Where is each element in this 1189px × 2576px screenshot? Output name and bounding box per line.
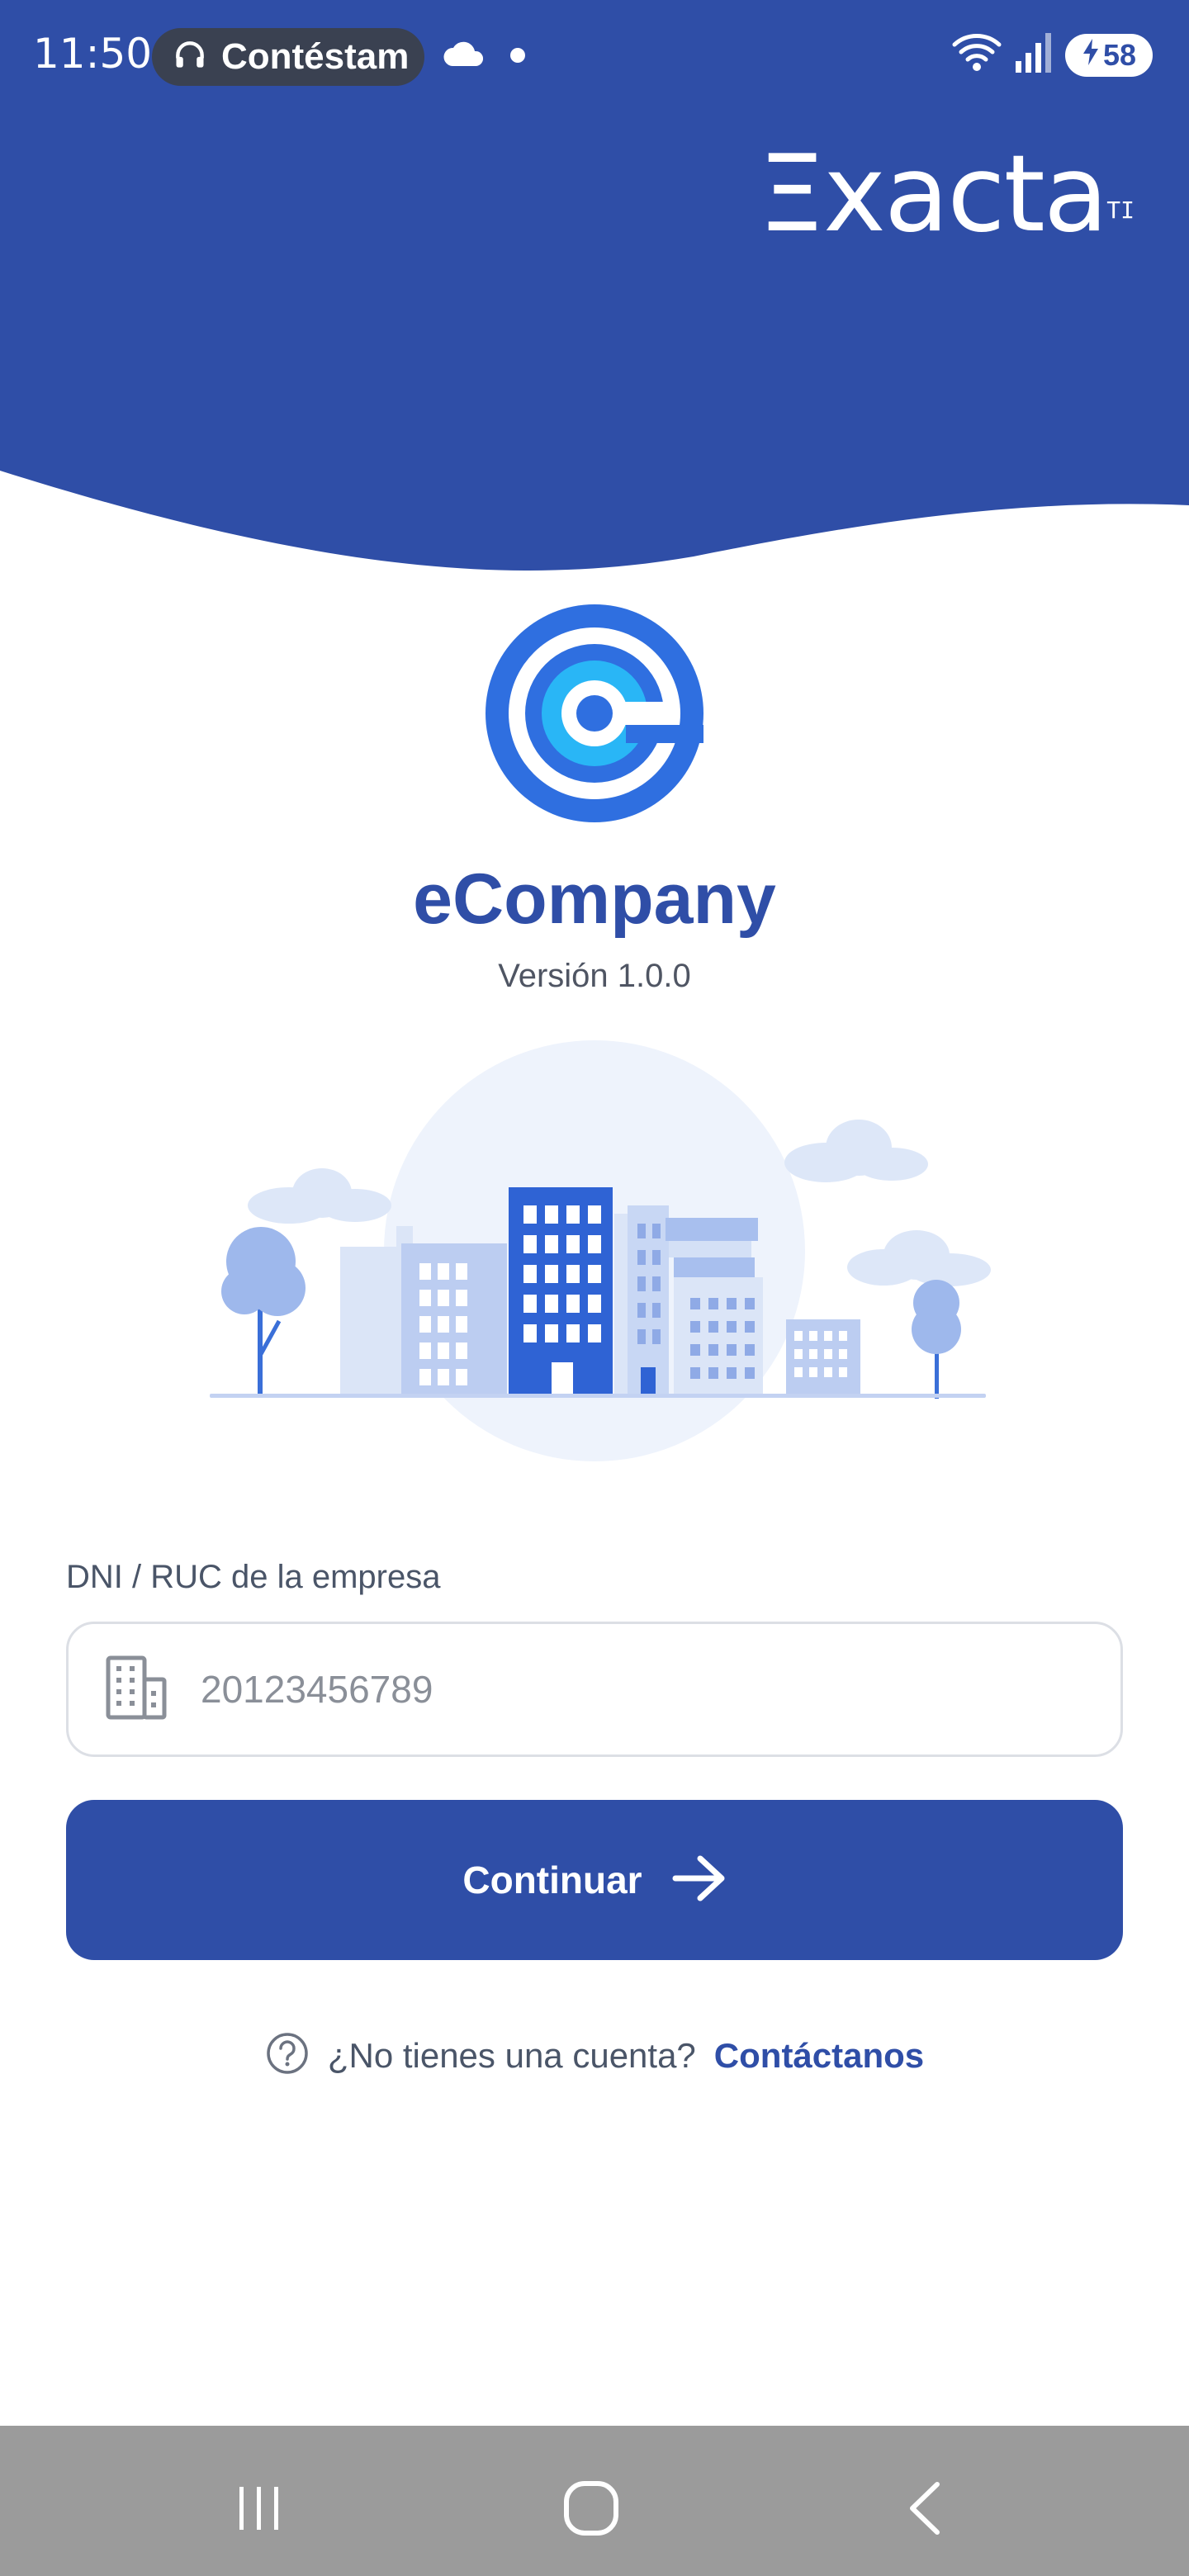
app-name: eCompany bbox=[413, 859, 776, 939]
notification-dot-icon bbox=[510, 48, 525, 63]
exacta-logo-text: Ξxacta bbox=[758, 133, 1108, 256]
company-id-input[interactable] bbox=[201, 1667, 1026, 1712]
continue-button-label: Continuar bbox=[462, 1859, 642, 1901]
home-icon[interactable] bbox=[550, 2467, 632, 2550]
signal-icon bbox=[1014, 31, 1054, 78]
contact-link[interactable]: Contáctanos bbox=[714, 2036, 924, 2076]
exacta-logo-mark: TI bbox=[1106, 197, 1135, 224]
cloud-icon bbox=[443, 40, 486, 72]
charging-icon bbox=[1082, 38, 1100, 73]
help-text: ¿No tienes una cuenta? bbox=[327, 2035, 696, 2075]
help-row: ¿No tienes una cuenta? Contáctanos bbox=[0, 2031, 1189, 2080]
battery-indicator: 58 bbox=[1065, 33, 1153, 77]
city-illustration bbox=[210, 1040, 991, 1461]
company-id-field[interactable] bbox=[66, 1622, 1123, 1757]
headphones-icon bbox=[172, 37, 208, 78]
system-nav-bar bbox=[0, 2426, 1189, 2576]
back-icon[interactable] bbox=[883, 2467, 966, 2550]
media-text: Contéstam bbox=[221, 36, 410, 77]
recents-icon[interactable] bbox=[218, 2467, 301, 2550]
wifi-icon bbox=[951, 31, 1002, 78]
exacta-logo: Ξxacta TI bbox=[758, 142, 1135, 248]
question-circle-icon bbox=[265, 2031, 310, 2080]
app-version: Versión 1.0.0 bbox=[498, 958, 691, 994]
continue-button[interactable]: Continuar bbox=[66, 1800, 1123, 1960]
status-indicators: 58 bbox=[951, 31, 1153, 78]
building-icon bbox=[105, 1655, 168, 1725]
battery-level: 58 bbox=[1102, 37, 1137, 72]
arrow-right-icon bbox=[672, 1855, 727, 1906]
ecompany-logo-icon bbox=[486, 604, 703, 822]
login-screen: 11:50 Contéstam 58 Ξxacta TI eCompany Ve… bbox=[0, 0, 1189, 2576]
status-time: 11:50 bbox=[33, 30, 153, 78]
media-pill[interactable]: Contéstam bbox=[152, 28, 424, 86]
company-id-label: DNI / RUC de la empresa bbox=[66, 1559, 441, 1595]
status-bar: 11:50 Contéstam 58 bbox=[0, 0, 1189, 116]
